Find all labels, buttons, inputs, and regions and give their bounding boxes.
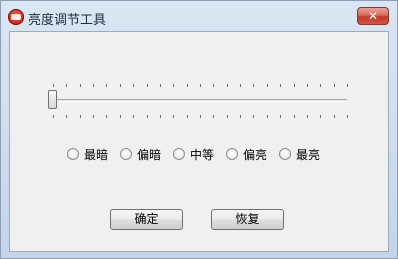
restore-button[interactable]: 恢复 — [211, 209, 284, 230]
slider-tick — [240, 84, 242, 87]
radio-label: 最亮 — [296, 148, 321, 162]
slider-tick — [333, 115, 335, 118]
slider-tick — [106, 84, 108, 87]
slider-tick — [53, 115, 54, 118]
slider-tick — [266, 115, 268, 118]
close-button[interactable]: ✕ — [357, 7, 389, 25]
slider-tick — [133, 84, 135, 87]
slider-tick — [293, 115, 295, 118]
slider-tick — [320, 84, 322, 87]
slider-tick — [159, 84, 161, 87]
slider-tick — [53, 84, 54, 87]
close-icon: ✕ — [367, 9, 379, 23]
slider-tick — [226, 115, 228, 118]
slider-tick — [119, 115, 121, 118]
slider-thumb[interactable] — [48, 90, 57, 109]
radio-label: 偏暗 — [137, 148, 162, 162]
slider-tick — [66, 84, 68, 87]
radio-button[interactable] — [173, 148, 185, 160]
slider-tick — [280, 115, 282, 118]
slider-tick — [226, 84, 228, 87]
slider-tick — [173, 84, 175, 87]
slider-tick — [146, 84, 148, 87]
brightness-slider[interactable] — [48, 84, 350, 120]
slider-tick — [306, 115, 308, 118]
radio-button[interactable] — [67, 148, 79, 160]
window-title: 亮度调节工具 — [28, 13, 107, 28]
radio-button[interactable] — [120, 148, 132, 160]
radio-button[interactable] — [279, 148, 291, 160]
slider-tick — [280, 84, 282, 87]
slider-tick — [146, 115, 148, 118]
slider-tick — [200, 115, 201, 118]
radio-label: 中等 — [190, 148, 215, 162]
slider-tick — [306, 84, 308, 87]
slider-tick — [159, 115, 161, 118]
slider-ticks-bottom — [50, 115, 350, 118]
slider-tick — [133, 115, 135, 118]
slider-tick — [213, 115, 215, 118]
ok-button[interactable]: 确定 — [110, 209, 183, 230]
slider-tick — [266, 84, 268, 87]
slider-tick — [200, 84, 201, 87]
app-icon — [8, 9, 24, 25]
slider-tick — [186, 115, 188, 118]
title-bar[interactable]: 亮度调节工具 ✕ — [1, 1, 397, 31]
radio-label: 偏亮 — [243, 148, 268, 162]
slider-tick — [240, 115, 242, 118]
slider-tick — [93, 84, 95, 87]
slider-tick — [106, 115, 108, 118]
slider-tick — [173, 115, 175, 118]
slider-tick — [119, 84, 121, 87]
slider-tick — [320, 115, 322, 118]
radio-label: 最暗 — [84, 148, 109, 162]
slider-tick — [79, 84, 81, 87]
slider-tick — [293, 84, 295, 87]
radio-button[interactable] — [226, 148, 238, 160]
slider-tick — [186, 84, 188, 87]
client-area: 最暗 偏暗 中等 偏亮 最亮 确定 恢复 — [9, 31, 389, 252]
slider-tick — [253, 84, 255, 87]
slider-tick — [333, 84, 335, 87]
slider-tick — [66, 115, 68, 118]
slider-tick — [347, 84, 348, 87]
slider-tick — [93, 115, 95, 118]
brightness-tool-window: 亮度调节工具 ✕ 最暗 偏暗 中等 偏亮 最亮 确定 恢复 — [0, 0, 398, 259]
slider-tick — [79, 115, 81, 118]
slider-ticks-top — [50, 84, 350, 87]
slider-tick — [253, 115, 255, 118]
slider-tick — [347, 115, 348, 118]
slider-tick — [213, 84, 215, 87]
slider-track[interactable] — [52, 99, 347, 102]
